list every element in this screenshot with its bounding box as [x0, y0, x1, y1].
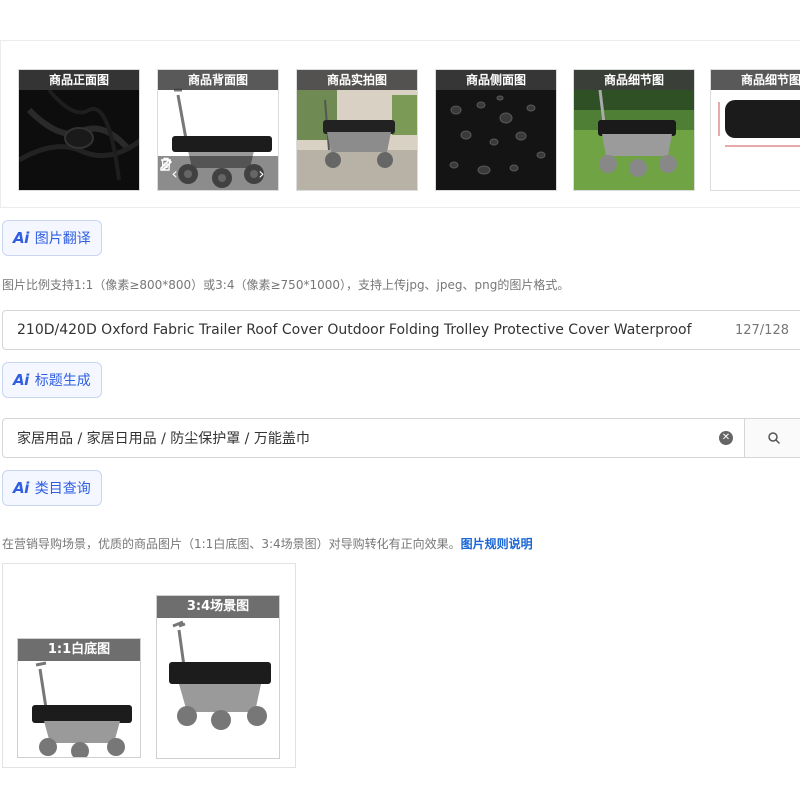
ai-title-generate-button[interactable]: Ai 标题生成 [2, 362, 102, 398]
ai-logo-icon: Ai [13, 479, 29, 497]
ai-logo-icon: Ai [13, 371, 29, 389]
gallery-item-front[interactable]: 商品正面图 [18, 69, 140, 191]
gallery-item-detail-2[interactable]: 商品细节图 [710, 69, 800, 191]
ai-button-label: 类目查询 [34, 481, 91, 497]
category-field[interactable]: 家居用品 / 家居日用品 / 防尘保护罩 / 万能盖巾 ✕ [2, 418, 747, 458]
gallery-item-back[interactable]: 商品背面图 ‹ › [157, 69, 279, 191]
gallery-item-label: 商品侧面图 [436, 70, 556, 90]
gallery-item-label: 商品正面图 [19, 70, 139, 90]
gallery-item-real-shot[interactable]: 商品实拍图 [296, 69, 418, 191]
marketing-hint: 在营销导购场景，优质的商品图片（1:1白底图、3:4场景图）对导购转化有正向效果… [2, 535, 533, 552]
ai-image-translate-button[interactable]: Ai 图片翻译 [2, 220, 102, 256]
search-icon [768, 432, 781, 445]
title-char-count: 127/128 [734, 322, 789, 338]
ai-logo-icon: Ai [13, 229, 29, 247]
gallery-item-label: 商品背面图 [158, 70, 278, 90]
image-action-bar: ‹ › [158, 156, 278, 190]
gallery-item-detail[interactable]: 商品细节图 [573, 69, 695, 191]
gallery-item-label: 商品细节图 [574, 70, 694, 90]
ai-button-label: 图片翻译 [34, 231, 91, 247]
scene-cart-image [169, 620, 271, 730]
gallery-item-label: 商品细节图 [711, 70, 800, 90]
marketing-hint-text: 在营销导购场景，优质的商品图片（1:1白底图、3:4场景图）对导购转化有正向效果… [2, 537, 461, 551]
category-search-button[interactable] [744, 418, 800, 458]
product-image-gallery: 商品正面图 商品背面图 ‹ › 商品实拍图 商品侧面图 商品细节图 商品细节图 [0, 40, 800, 208]
marketing-images-panel: 1:1白底图 3:4场景图 [2, 563, 296, 768]
scene-image-slot[interactable]: 3:4场景图 [156, 595, 280, 759]
next-icon[interactable]: › [258, 164, 264, 183]
product-title-field[interactable]: 210D/420D Oxford Fabric Trailer Roof Cov… [2, 310, 800, 350]
white-bg-cart-image [32, 661, 132, 757]
image-rules-link[interactable]: 图片规则说明 [461, 537, 533, 551]
category-path: 家居用品 / 家居日用品 / 防尘保护罩 / 万能盖巾 [17, 431, 310, 447]
gallery-item-side[interactable]: 商品侧面图 [435, 69, 557, 191]
ai-category-lookup-button[interactable]: Ai 类目查询 [2, 470, 102, 506]
ai-button-label: 标题生成 [34, 373, 91, 389]
clear-icon[interactable]: ✕ [719, 431, 733, 445]
white-bg-image-slot[interactable]: 1:1白底图 [17, 638, 141, 758]
image-spec-hint: 图片比例支持1:1（像素≥800*800）或3:4（像素≥750*1000），支… [2, 278, 570, 292]
product-title-input[interactable]: 210D/420D Oxford Fabric Trailer Roof Cov… [3, 322, 725, 338]
gallery-item-label: 商品实拍图 [297, 70, 417, 90]
